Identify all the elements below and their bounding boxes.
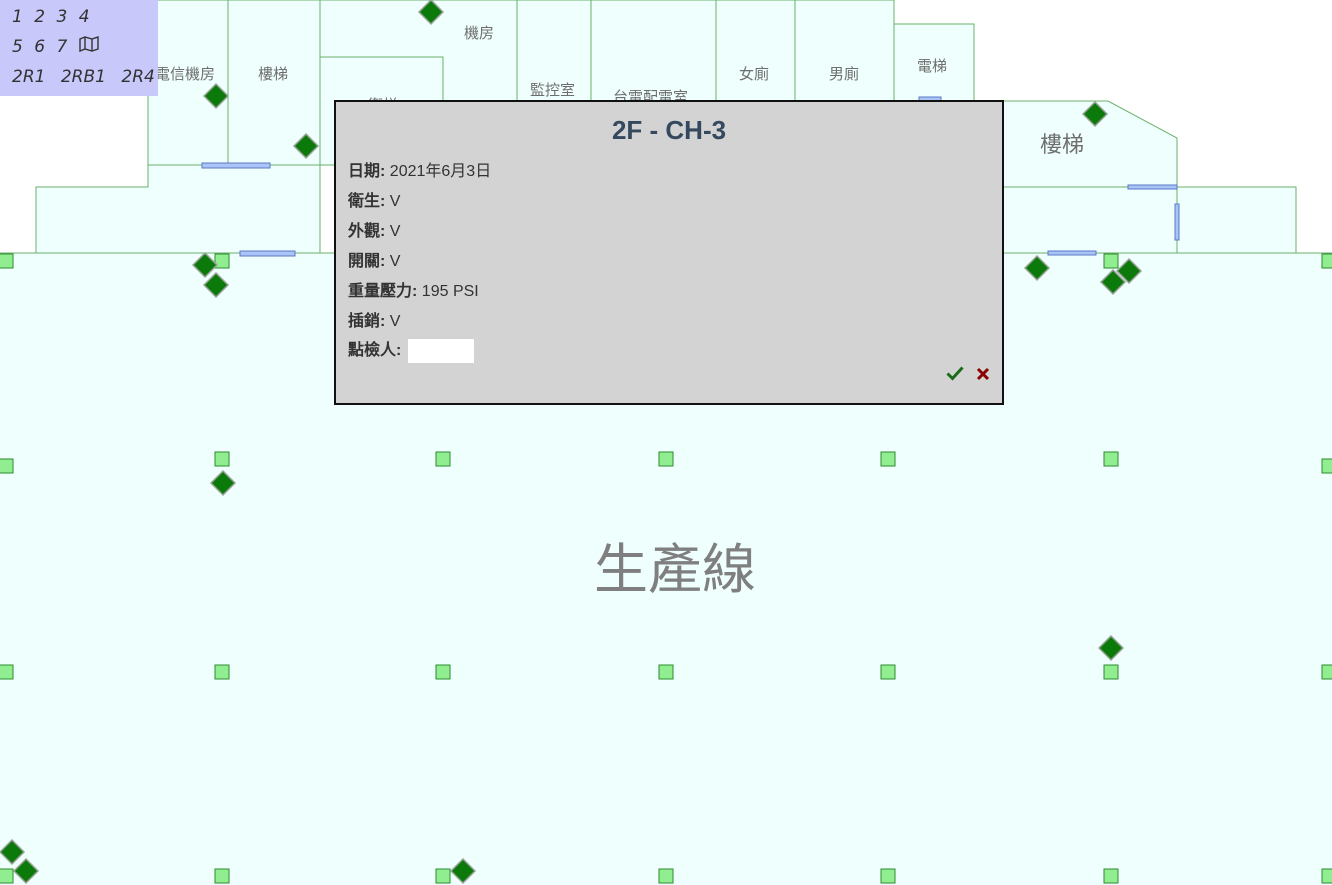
upper-left-corridor [35, 164, 321, 254]
column-marker [214, 451, 230, 467]
column-marker [435, 451, 451, 467]
switch-value: V [389, 253, 401, 270]
column-marker [880, 664, 896, 680]
map-icon[interactable] [79, 34, 99, 60]
column-marker [1103, 664, 1119, 680]
column-marker [214, 664, 230, 680]
room-label-machine-room: 機房 [464, 24, 494, 42]
room-label-womens-restroom: 女廁 [739, 65, 769, 83]
pressure-value: 195 PSI [421, 283, 479, 300]
column-marker [0, 458, 14, 474]
floor-link-2r4[interactable]: 2R4 [121, 64, 154, 90]
column-marker [658, 868, 674, 884]
floor-link-4[interactable]: 4 [79, 4, 90, 30]
floor-link-2r1[interactable]: 2R1 [12, 64, 45, 90]
date-label: 日期: [348, 163, 386, 180]
switch-label: 開關: [348, 253, 386, 270]
column-marker [880, 451, 896, 467]
appearance-value: V [389, 223, 401, 240]
appearance-label: 外觀: [348, 223, 386, 240]
close-icon[interactable] [976, 367, 990, 386]
room-label-mens-restroom: 男廁 [829, 65, 859, 83]
column-marker [0, 664, 14, 680]
column-marker [1321, 458, 1332, 474]
floor-link-5[interactable]: 5 [12, 34, 23, 60]
floor-nav-row-3: 2R1 2RB1 2R4 [12, 64, 158, 94]
column-marker [1103, 253, 1119, 269]
column-marker [1321, 253, 1332, 269]
zone-label-production-line: 生產線 [594, 538, 756, 601]
floor-link-1[interactable]: 1 [12, 4, 23, 30]
pin-field: 插銷: V [348, 307, 400, 331]
floor-link-6[interactable]: 6 [34, 34, 45, 60]
floor-link-2rb1[interactable]: 2RB1 [61, 64, 106, 90]
room-label-monitoring: 監控室 [530, 81, 575, 99]
date-value: 2021年6月3日 [389, 163, 492, 180]
floor-nav-row-1: 1 2 3 4 [12, 4, 158, 34]
column-marker [658, 664, 674, 680]
womens-restroom [715, 0, 796, 111]
room-label-stairs-left: 樓梯 [258, 65, 288, 83]
room-label-telecom: 電信機房 [155, 65, 215, 83]
column-marker [1321, 868, 1332, 884]
inspector-label: 點檢人: [348, 342, 402, 359]
room-label-stairs-right: 樓梯 [1040, 133, 1084, 158]
pressure-label: 重量壓力: [348, 283, 418, 300]
hygiene-value: V [389, 193, 401, 210]
popup-title: 2F - CH-3 [611, 115, 727, 145]
column-marker [0, 253, 14, 269]
check-icon[interactable] [946, 365, 964, 386]
inspection-popup: 2F - CH-3 日期: 2021年6月3日 衛生: V 外觀: V 開關: … [334, 100, 1004, 405]
appearance-field: 外觀: V [348, 217, 400, 241]
floor-nav: 1 2 3 4 5 6 7 2R1 2RB1 2R4 [0, 0, 158, 96]
pin-value: V [389, 313, 401, 330]
column-marker [1103, 451, 1119, 467]
hygiene-label: 衛生: [348, 193, 386, 210]
floor-nav-row-2: 5 6 7 [12, 34, 158, 64]
switch-field: 開關: V [348, 247, 400, 271]
floor-link-2[interactable]: 2 [34, 4, 45, 30]
column-marker [435, 868, 451, 884]
column-marker [880, 868, 896, 884]
date-field: 日期: 2021年6月3日 [348, 157, 491, 181]
column-marker [658, 451, 674, 467]
inspector-input[interactable] [407, 338, 474, 363]
column-marker [0, 868, 14, 884]
hygiene-field: 衛生: V [348, 187, 400, 211]
floor-link-3[interactable]: 3 [56, 4, 67, 30]
upper-right-corridor [999, 100, 1297, 254]
floor-link-7[interactable]: 7 [56, 34, 67, 60]
inspector-field: 點檢人: [348, 336, 474, 363]
column-marker [1321, 664, 1332, 680]
mens-restroom [794, 0, 895, 111]
room-label-elevator: 電梯 [917, 57, 947, 75]
column-marker [1103, 868, 1119, 884]
column-marker [214, 868, 230, 884]
column-marker [435, 664, 451, 680]
pin-label: 插銷: [348, 313, 386, 330]
pressure-field: 重量壓力: 195 PSI [348, 277, 479, 301]
